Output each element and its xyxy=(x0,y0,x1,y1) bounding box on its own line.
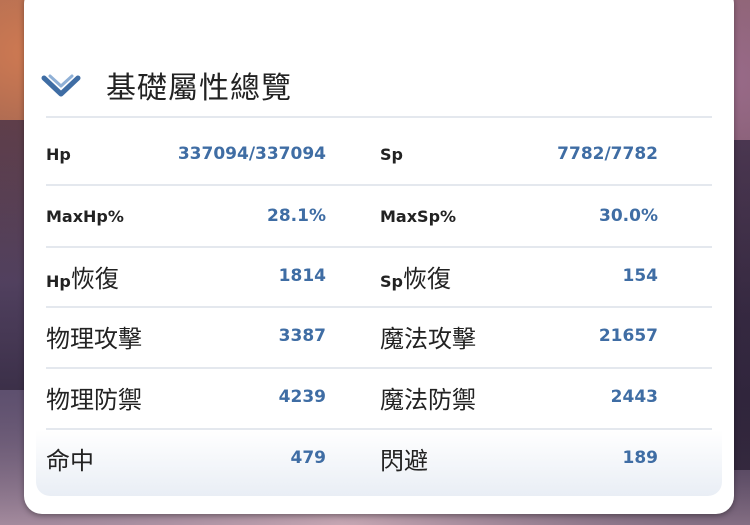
stat-value-hit: 479 xyxy=(290,448,327,468)
chevron-down-icon[interactable] xyxy=(40,70,82,100)
stat-label-hp: Hp xyxy=(46,144,71,164)
stat-row-max-percent: MaxHp% 28.1% MaxSp% 30.0% xyxy=(46,186,712,246)
stat-row-accuracy: 命中 479 閃避 189 xyxy=(46,428,712,488)
stat-label-hit: 命中 xyxy=(46,446,94,475)
stat-row-defense: 物理防禦 4239 魔法防禦 2443 xyxy=(46,367,712,427)
stat-value-sp: 7782/7782 xyxy=(557,144,658,164)
panel-header[interactable]: 基礎屬性總覽 xyxy=(40,58,710,112)
stat-value-magic-attack: 21657 xyxy=(598,326,658,346)
stat-label-magic-attack: 魔法攻擊 xyxy=(380,324,476,353)
stat-label-maxsp-percent: MaxSp% xyxy=(380,206,457,226)
panel-title: 基礎屬性總覽 xyxy=(106,71,292,106)
stat-label-sp-recovery: Sp恢復 xyxy=(380,264,451,293)
stat-value-hp-recovery: 1814 xyxy=(278,266,326,286)
stat-value-maxsp-percent: 30.0% xyxy=(599,206,658,226)
stat-value-sp-recovery: 154 xyxy=(622,266,659,286)
stat-value-physical-defense: 4239 xyxy=(278,387,326,407)
stat-value-evasion: 189 xyxy=(622,448,659,468)
background-character-left xyxy=(0,120,26,390)
stat-row-attack: 物理攻擊 3387 魔法攻擊 21657 xyxy=(46,306,712,366)
stat-label-physical-attack: 物理攻擊 xyxy=(46,324,142,353)
stat-value-hp: 337094/337094 xyxy=(177,144,326,164)
stat-value-physical-attack: 3387 xyxy=(278,326,326,346)
stat-row-hp-sp: Hp 337094/337094 Sp 7782/7782 xyxy=(46,124,712,184)
stat-label-sp: Sp xyxy=(380,144,403,164)
divider xyxy=(46,116,712,118)
stat-value-maxhp-percent: 28.1% xyxy=(267,206,326,226)
stat-value-magic-defense: 2443 xyxy=(610,387,658,407)
stat-label-magic-defense: 魔法防禦 xyxy=(380,385,476,414)
stat-label-physical-defense: 物理防禦 xyxy=(46,385,142,414)
stat-label-hp-recovery: Hp恢復 xyxy=(46,264,119,293)
stat-label-evasion: 閃避 xyxy=(380,446,428,475)
stat-row-recovery: Hp恢復 1814 Sp恢復 154 xyxy=(46,246,712,306)
stat-label-maxhp-percent: MaxHp% xyxy=(46,206,124,226)
